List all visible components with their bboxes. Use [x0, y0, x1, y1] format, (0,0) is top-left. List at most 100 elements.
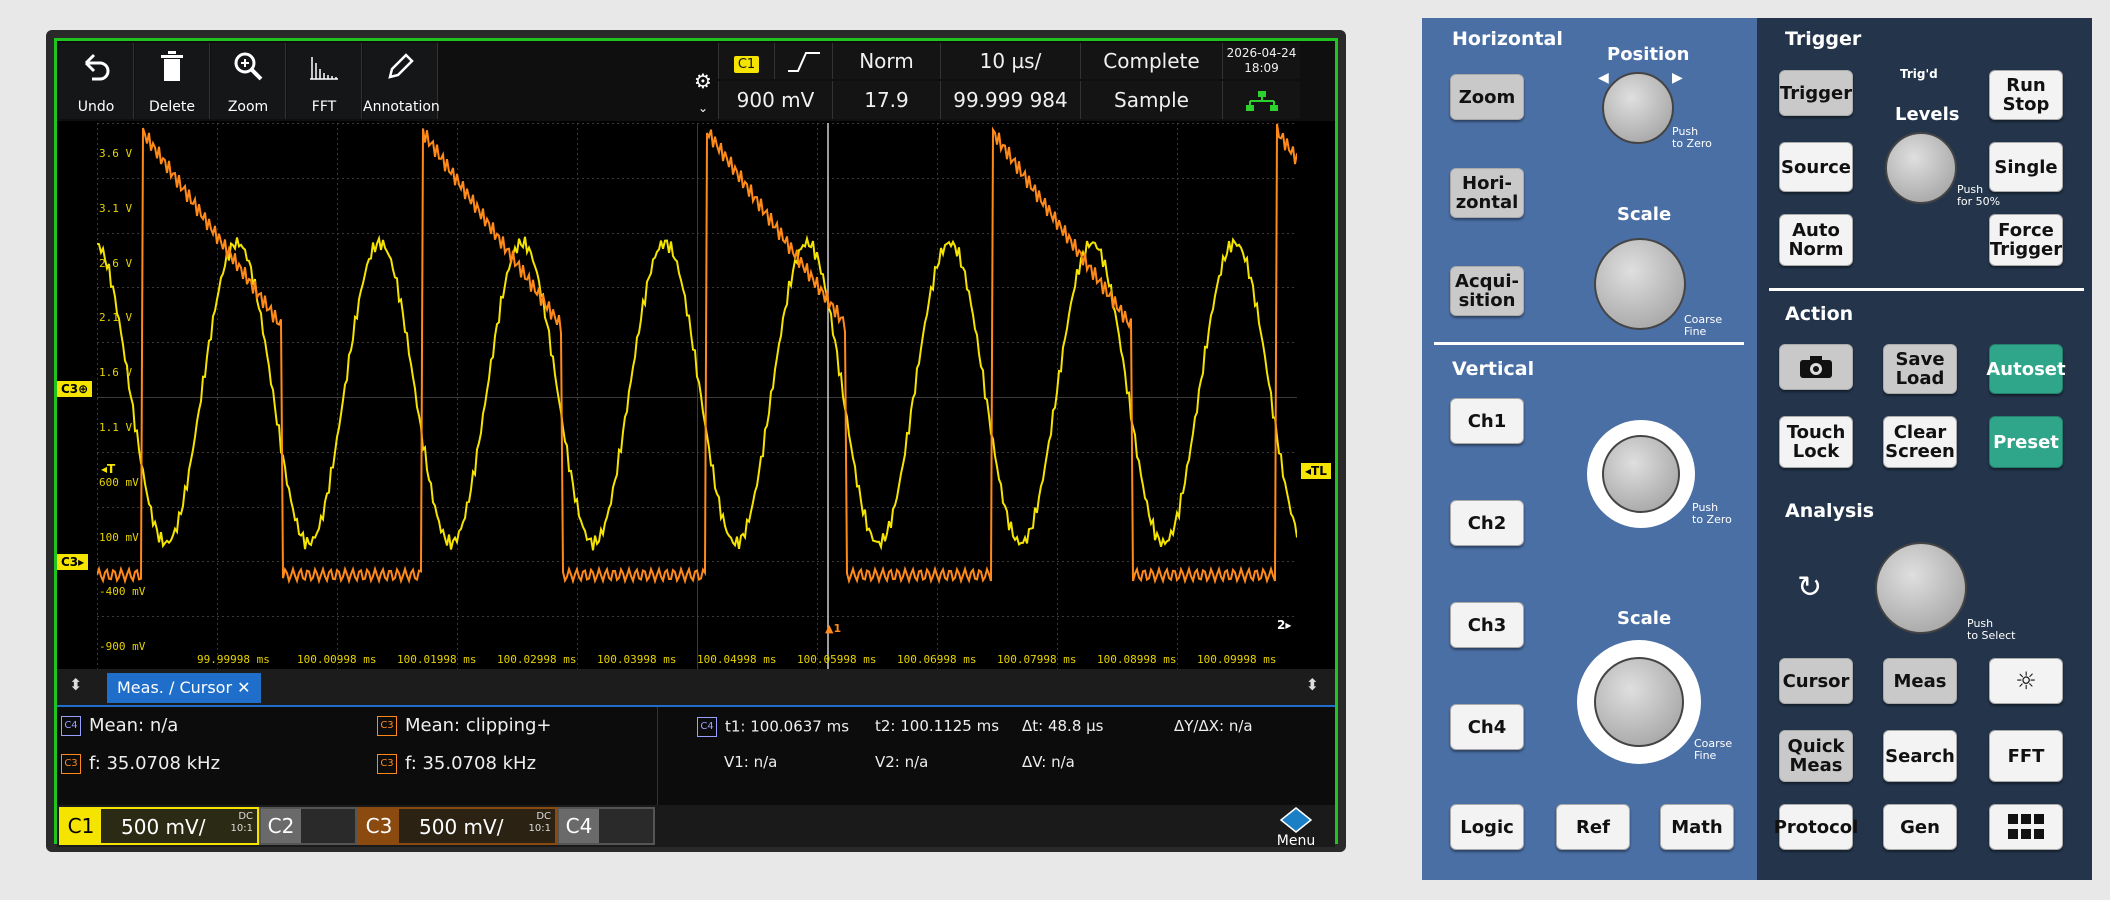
horizontal-button[interactable]: Hori- zontal	[1450, 168, 1524, 218]
ch3-offset-marker-top[interactable]: C3⊕	[57, 381, 93, 397]
annotation-label: Annotation	[363, 99, 440, 115]
tl-marker-label: TL	[1311, 464, 1327, 478]
protocol-button[interactable]: Protocol	[1774, 804, 1858, 850]
logic-button[interactable]: Logic	[1450, 804, 1524, 850]
push-to-zero-hpos: Push to Zero	[1672, 125, 1712, 150]
ch3-box[interactable]: C3 500 mV/ DC 10:1	[357, 807, 557, 845]
cursor-t2[interactable]: t2: 100.1125 ms	[875, 717, 999, 735]
clear-screen-button[interactable]: Clear Screen	[1883, 416, 1957, 468]
fft-label: FFT	[311, 99, 337, 115]
cursor-v2[interactable]: V2: n/a	[875, 753, 928, 771]
ref-button[interactable]: Ref	[1556, 804, 1630, 850]
quick-meas-button[interactable]: Quick Meas	[1779, 730, 1853, 782]
trigger-edge-box[interactable]	[774, 43, 832, 79]
trigger-channel-box[interactable]: C1	[718, 43, 774, 79]
cursor-v1[interactable]: V1: n/a	[724, 753, 777, 771]
delete-button[interactable]: Delete	[135, 43, 210, 119]
c3-freq-row-right[interactable]: C3 f: 35.0708 kHz	[377, 753, 536, 774]
settings-gear-icon[interactable]: ⚙ ⌄	[688, 69, 718, 119]
trigger-channel-tag: C1	[733, 56, 760, 73]
trigger-level-knob[interactable]	[1885, 132, 1957, 204]
ch1-coupling: DC 10:1	[231, 811, 253, 835]
vertical-scale-knob[interactable]	[1594, 657, 1684, 747]
cursor-dv[interactable]: ΔV: n/a	[1022, 753, 1075, 771]
refresh-icon[interactable]: ↻	[1797, 570, 1822, 605]
collapse-up-down-icon[interactable]: ⬍	[69, 675, 82, 694]
acquisition-state[interactable]: Complete	[1080, 43, 1222, 79]
zoom-button[interactable]: Zoom	[211, 43, 286, 119]
rising-edge-icon	[787, 52, 820, 72]
brightness-button[interactable]: ☼	[1989, 658, 2063, 704]
c3-mean-row[interactable]: C3 Mean: clipping+	[377, 715, 552, 736]
toolbar: Undo Delete Zoom FFT Annotation ⚙ ⌄ C1 No…	[57, 41, 1335, 150]
acquisition-mode[interactable]: Sample	[1080, 81, 1222, 119]
cursor-t1[interactable]: C4 t1: 100.0637 ms	[697, 717, 849, 737]
c3-freq-left: f: 35.0708 kHz	[89, 753, 221, 774]
meas-cursor-tab[interactable]: Meas. / Cursor ✕	[107, 673, 261, 703]
expand-up-down-icon[interactable]: ⬍	[1306, 675, 1319, 694]
grid-apps-icon	[2008, 814, 2044, 839]
ch2-box[interactable]: C2	[259, 807, 357, 845]
trigger-level-marker-left[interactable]: ◂T	[97, 461, 119, 477]
ch2-label: C2	[261, 809, 301, 843]
vertical-position-knob[interactable]	[1602, 435, 1680, 513]
ch1-box[interactable]: C1 500 mV/ DC 10:1	[59, 807, 259, 845]
zoom-hardware-button[interactable]: Zoom	[1450, 74, 1524, 120]
ch1-button[interactable]: Ch1	[1450, 398, 1524, 444]
source-button[interactable]: Source	[1779, 142, 1853, 192]
math-button[interactable]: Math	[1660, 804, 1734, 850]
c3-freq-row-left[interactable]: C3 f: 35.0708 kHz	[61, 753, 220, 774]
trigger-button[interactable]: Trigger	[1779, 70, 1853, 116]
brightness-icon: ☼	[2015, 666, 2037, 695]
y-tick-label: -900 mV	[99, 640, 146, 654]
gen-button[interactable]: Gen	[1883, 804, 1957, 850]
ch2-button[interactable]: Ch2	[1450, 500, 1524, 546]
single-button[interactable]: Single	[1989, 142, 2063, 192]
run-stop-button[interactable]: Run Stop	[1989, 70, 2063, 120]
horizontal-position-knob[interactable]	[1602, 72, 1674, 144]
close-tab-icon[interactable]: ✕	[237, 678, 250, 697]
preset-button[interactable]: Preset	[1989, 416, 2063, 468]
trigger-level-marker-right[interactable]: ◂TL	[1301, 463, 1331, 479]
trigger-mode[interactable]: Norm	[832, 43, 940, 79]
search-button[interactable]: Search	[1883, 730, 1957, 782]
left-arrow-icon: ◀	[1598, 70, 1609, 86]
sample-rate[interactable]: 17.9 MSa/s	[832, 81, 940, 150]
auto-norm-button[interactable]: Auto Norm	[1779, 214, 1853, 266]
waveform-area[interactable]	[97, 123, 1297, 671]
ch3-offset-marker-bottom[interactable]: C3▸	[57, 554, 89, 570]
timebase[interactable]: 10 µs/	[940, 43, 1080, 79]
cursor-marker[interactable]: ▲1	[821, 621, 845, 636]
page-indicator[interactable]: 2▸	[1273, 617, 1295, 633]
meas-tab-label: Meas. / Cursor	[117, 678, 233, 697]
c4-mean-row[interactable]: C4 Mean: n/a	[61, 715, 178, 736]
record-length[interactable]: 99.999 984 ms	[940, 81, 1080, 150]
cursor-dydx[interactable]: ΔY/ΔX: n/a	[1174, 717, 1253, 735]
cursor-button[interactable]: Cursor	[1779, 658, 1853, 704]
apps-grid-button[interactable]	[1989, 804, 2063, 850]
horizontal-scale-knob[interactable]	[1594, 238, 1686, 330]
screenshot-button[interactable]	[1779, 344, 1853, 390]
hscale-label: Scale	[1617, 204, 1672, 225]
network-status[interactable]	[1222, 81, 1300, 119]
fft-hardware-button[interactable]: FFT	[1989, 730, 2063, 782]
force-trigger-button[interactable]: Force Trigger	[1989, 214, 2063, 266]
vscale-label: Scale	[1617, 608, 1672, 629]
trigger-level[interactable]: 900 mV	[718, 81, 832, 119]
undo-button[interactable]: Undo	[59, 43, 134, 119]
meas-button[interactable]: Meas	[1883, 658, 1957, 704]
touch-lock-button[interactable]: Touch Lock	[1779, 416, 1853, 468]
analysis-knob[interactable]	[1875, 542, 1967, 634]
ch4-button[interactable]: Ch4	[1450, 704, 1524, 750]
section-separator	[1434, 342, 1744, 345]
ch3-button[interactable]: Ch3	[1450, 602, 1524, 648]
ch4-box[interactable]: C4	[557, 807, 655, 845]
acquisition-button[interactable]: Acqui- sition	[1450, 266, 1524, 316]
save-load-button[interactable]: Save Load	[1883, 344, 1957, 394]
autoset-button[interactable]: Autoset	[1986, 344, 2066, 394]
cursor-dt[interactable]: Δt: 48.8 µs	[1022, 717, 1104, 735]
c4-badge: C4	[61, 716, 81, 736]
fft-button[interactable]: FFT	[287, 43, 362, 119]
annotation-button[interactable]: Annotation	[363, 43, 440, 119]
menu-button[interactable]: Menu	[1261, 807, 1331, 849]
